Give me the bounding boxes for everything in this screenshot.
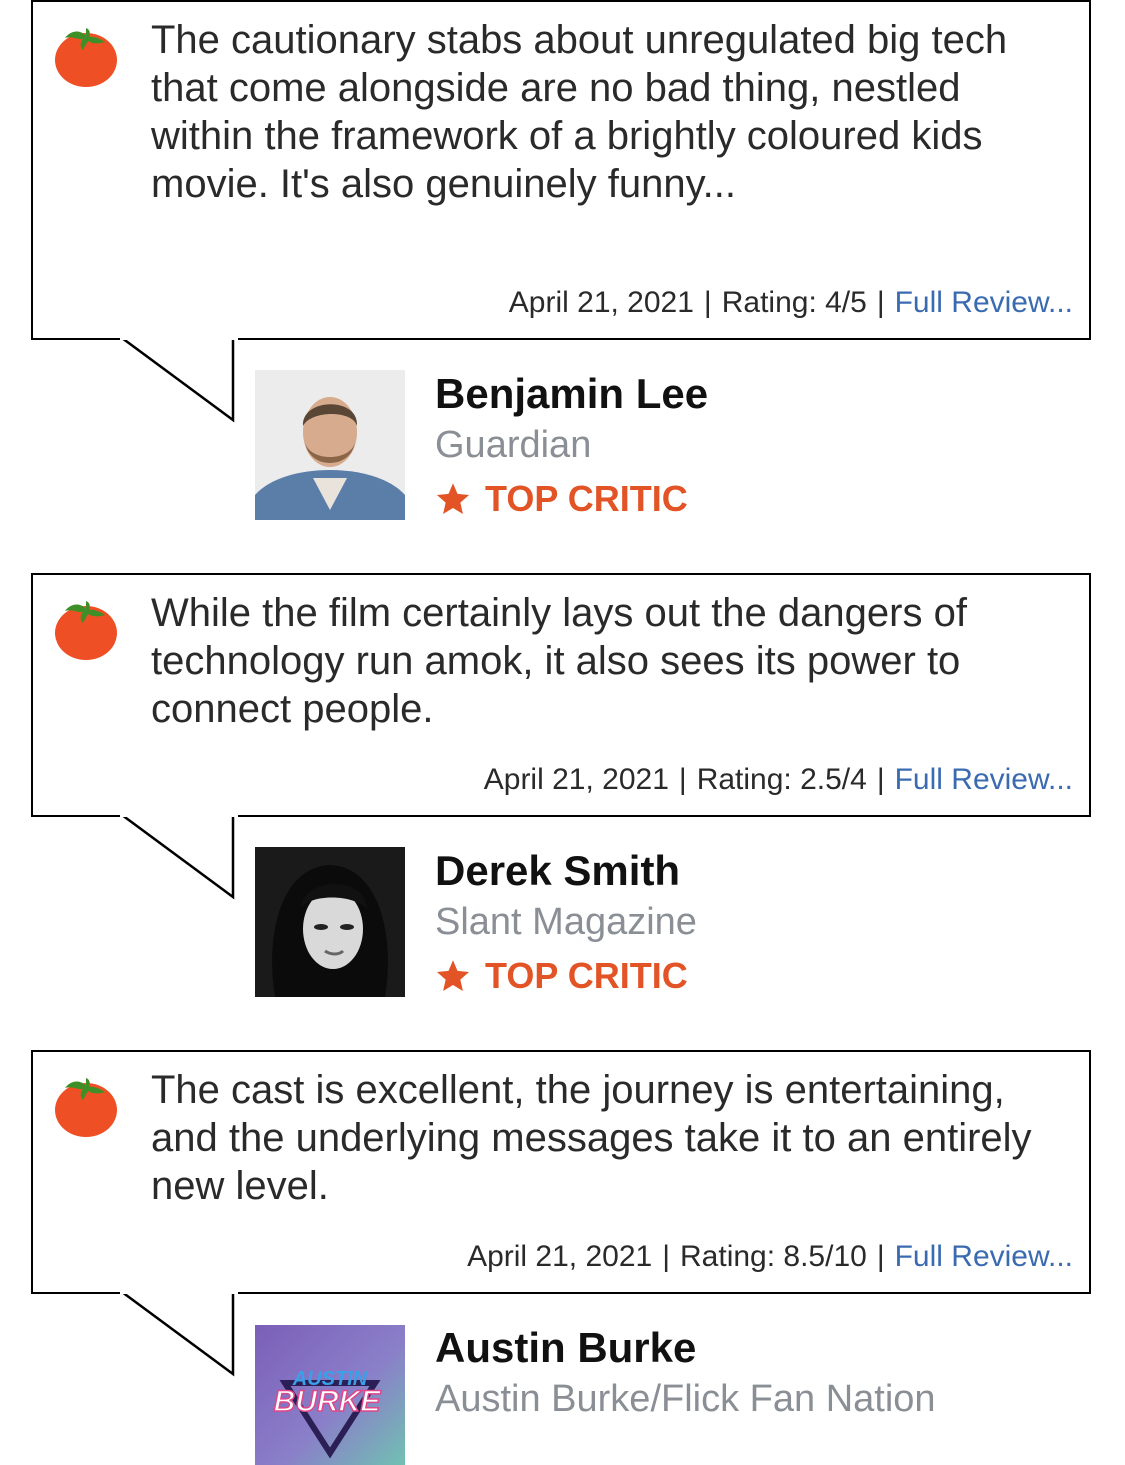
critic-publication[interactable]: Guardian — [435, 424, 591, 467]
top-critic-label: TOP CRITIC — [485, 955, 688, 996]
meta-separator: | — [662, 1240, 671, 1273]
full-review-link[interactable]: Full Review... — [895, 286, 1073, 319]
review-date: April 21, 2021 — [467, 1240, 653, 1273]
review-meta: April 21, 2021 | Rating: 8.5/10 | Full Revie… — [467, 1240, 1073, 1274]
meta-separator: | — [876, 286, 885, 319]
speech-bubble-tail — [120, 812, 238, 900]
review-date: April 21, 2021 — [483, 763, 669, 796]
critic-name[interactable]: Austin Burke — [435, 1324, 696, 1372]
review-rating: Rating: 8.5/10 — [680, 1240, 867, 1273]
review-rating: Rating: 4/5 — [721, 286, 867, 319]
review-quote-bubble: While the film certainly lays out the da… — [31, 573, 1091, 817]
critic-publication[interactable]: Slant Magazine — [435, 901, 697, 944]
critic-publication[interactable]: Austin Burke/Flick Fan Nation — [435, 1378, 936, 1421]
star-icon — [435, 958, 471, 994]
speech-bubble-tail — [120, 1289, 238, 1377]
review-meta: April 21, 2021 | Rating: 4/5 | Full Review..… — [509, 286, 1073, 320]
review-quote-bubble: The cast is excellent, the journey is en… — [31, 1050, 1091, 1294]
meta-separator: | — [678, 763, 687, 796]
fresh-tomato-icon — [53, 1072, 119, 1138]
critic-avatar[interactable] — [255, 370, 405, 520]
review-rating: Rating: 2.5/4 — [696, 763, 867, 796]
avatar-logo-bottom: BURKE — [274, 1385, 382, 1418]
critic-name[interactable]: Derek Smith — [435, 847, 680, 895]
critic-name[interactable]: Benjamin Lee — [435, 370, 708, 418]
review-meta: April 21, 2021 | Rating: 2.5/4 | Full Review… — [484, 763, 1073, 797]
meta-separator: | — [876, 763, 885, 796]
meta-separator: | — [876, 1240, 885, 1273]
review-quote: The cautionary stabs about unregulated b… — [151, 18, 1008, 206]
fresh-tomato-icon — [53, 595, 119, 661]
critic-avatar[interactable] — [255, 847, 405, 997]
review-quote: While the film certainly lays out the da… — [151, 591, 967, 731]
review-quote-bubble: The cautionary stabs about unregulated b… — [31, 0, 1091, 340]
fresh-tomato-icon — [53, 22, 119, 88]
top-critic-badge: TOP CRITIC — [435, 478, 688, 520]
review-date: April 21, 2021 — [508, 286, 694, 319]
star-icon — [435, 481, 471, 517]
speech-bubble-tail — [120, 335, 238, 423]
meta-separator: | — [703, 286, 712, 319]
critic-avatar[interactable]: AUSTIN BURKE — [255, 1325, 405, 1465]
full-review-link[interactable]: Full Review... — [895, 763, 1073, 796]
top-critic-badge: TOP CRITIC — [435, 955, 688, 997]
review-quote: The cast is excellent, the journey is en… — [151, 1068, 1032, 1208]
full-review-link[interactable]: Full Review... — [895, 1240, 1073, 1273]
top-critic-label: TOP CRITIC — [485, 478, 688, 519]
